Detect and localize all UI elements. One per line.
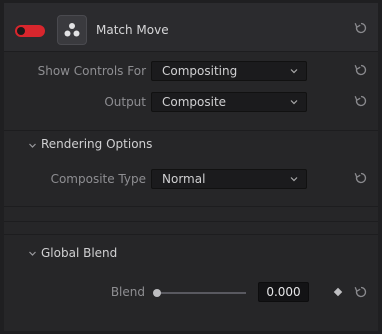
show-controls-for-label: Show Controls For <box>37 64 146 78</box>
blend-label: Blend <box>110 285 145 299</box>
reset-show-controls-icon[interactable] <box>354 63 370 79</box>
chevron-down-icon <box>290 177 298 182</box>
nodes-icon <box>64 23 80 37</box>
blend-value-field[interactable]: 0.000 <box>258 282 309 302</box>
output-value: Composite <box>162 95 227 109</box>
effect-icon[interactable] <box>57 15 87 45</box>
panel-header: Match Move <box>4 3 378 52</box>
rendering-options-title[interactable]: Rendering Options <box>41 137 152 151</box>
blend-slider-track[interactable] <box>159 292 246 294</box>
blend-slider-knob[interactable] <box>153 289 161 297</box>
output-dropdown[interactable]: Composite <box>151 92 307 112</box>
chevron-down-icon[interactable] <box>28 141 37 150</box>
match-move-panel: Match Move Show Controls For Compositing… <box>4 3 378 331</box>
spacer-section <box>4 207 378 221</box>
chevron-down-icon <box>290 100 298 105</box>
show-controls-for-value: Compositing <box>162 64 238 78</box>
composite-type-value: Normal <box>162 172 206 186</box>
output-label: Output <box>104 95 146 109</box>
toggle-knob <box>17 27 25 35</box>
global-blend-title[interactable]: Global Blend <box>41 246 117 260</box>
spacer-section <box>4 222 378 234</box>
effect-enable-toggle[interactable] <box>15 25 45 37</box>
chevron-down-icon[interactable] <box>28 249 37 258</box>
reset-all-icon[interactable] <box>354 21 370 37</box>
reset-composite-type-icon[interactable] <box>354 171 370 187</box>
reset-output-icon[interactable] <box>354 94 370 110</box>
composite-type-label: Composite Type <box>50 172 146 186</box>
reset-blend-icon[interactable] <box>354 285 370 301</box>
show-controls-for-dropdown[interactable]: Compositing <box>151 61 307 81</box>
chevron-down-icon <box>290 69 298 74</box>
composite-type-dropdown[interactable]: Normal <box>151 169 307 189</box>
effect-title: Match Move <box>96 23 169 37</box>
